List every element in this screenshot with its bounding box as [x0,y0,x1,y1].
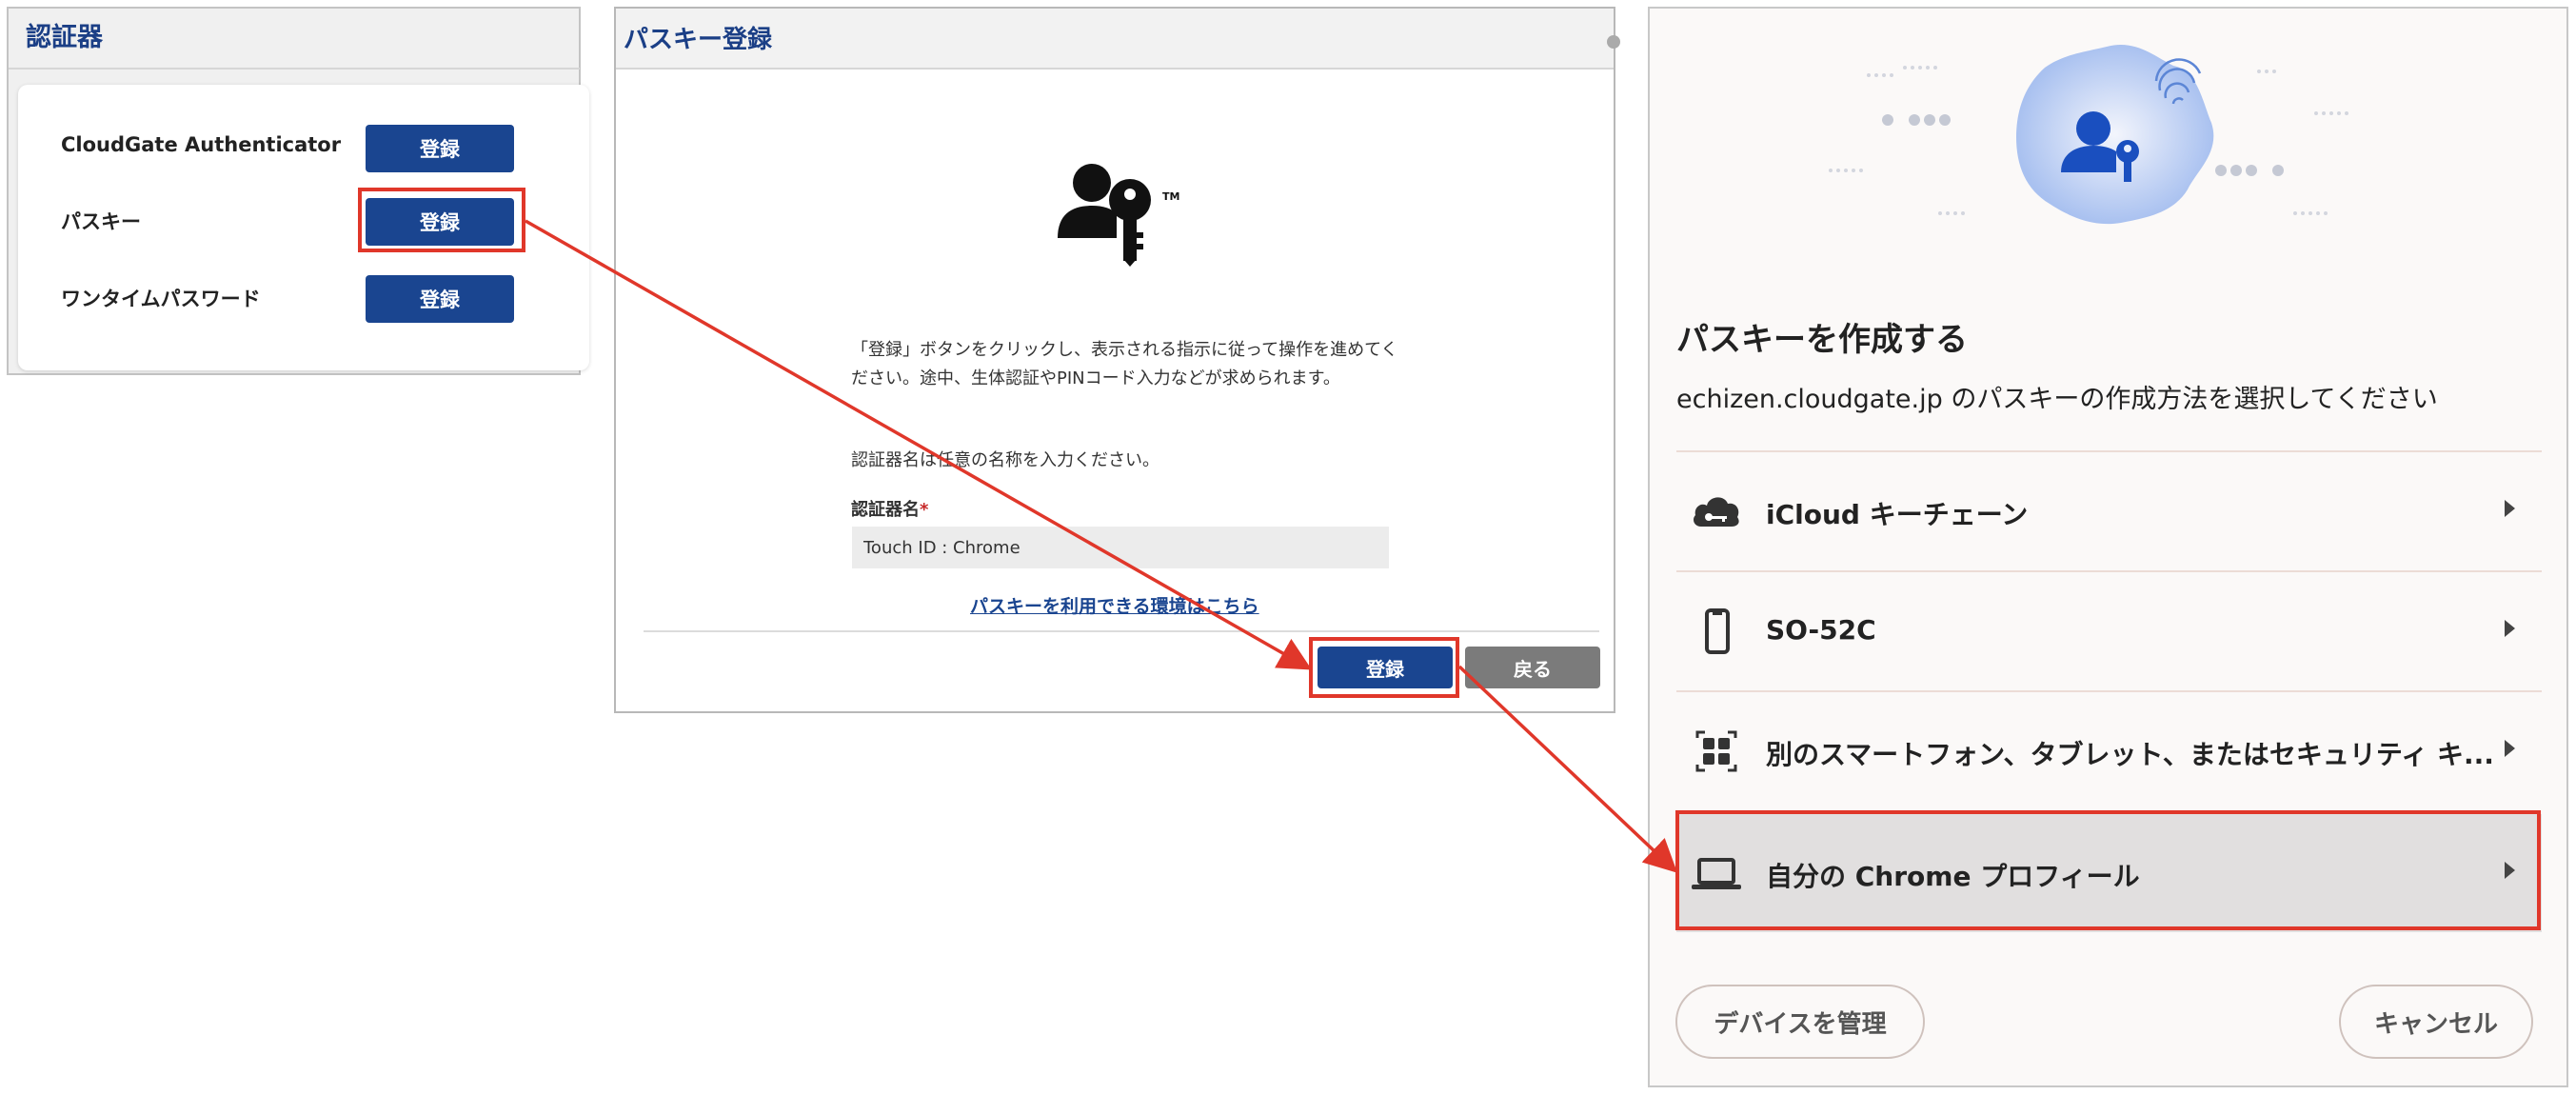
flow-arrows [525,219,1678,873]
arrow-to-register-button [525,219,1313,670]
arrow-to-chrome-profile [1457,665,1678,873]
